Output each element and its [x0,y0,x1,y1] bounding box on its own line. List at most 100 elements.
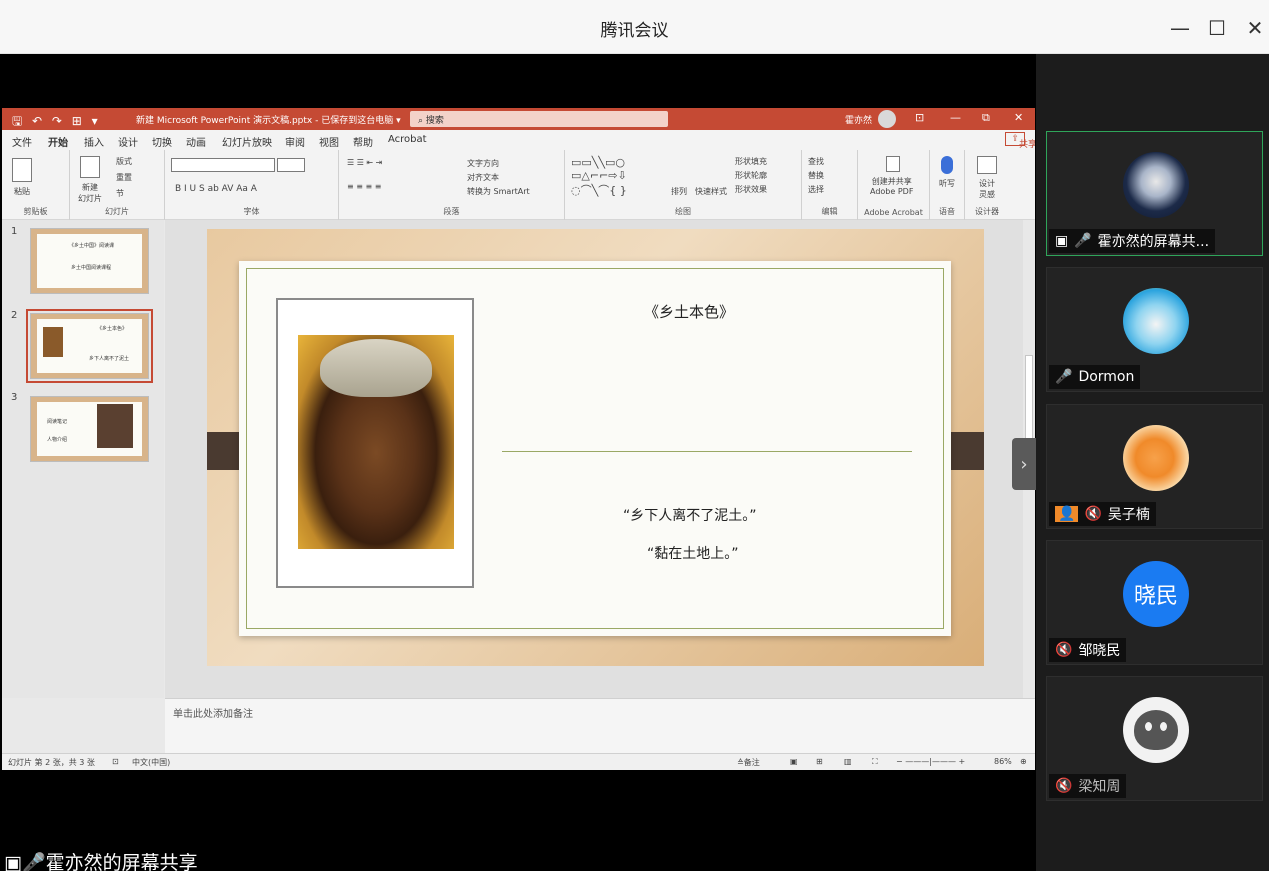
notes-pane[interactable]: 单击此处添加备注 [165,698,1035,753]
thumb-1-title: 《乡土中国》阅读课 [69,243,115,249]
dictate-icon[interactable] [941,156,953,174]
menu-view[interactable]: 视图 [319,134,339,149]
editing-group-label: 编辑 [821,207,838,216]
ppt-restore-icon[interactable]: ⧉ [982,111,990,125]
quick-styles-button[interactable]: 快速样式 [695,186,727,197]
participant-tile[interactable]: 晓民 🔇 邹晓民 [1046,540,1263,665]
normal-view-icon[interactable]: ▣ [790,757,798,766]
portrait-frame[interactable] [276,298,474,588]
slide-divider-line [502,451,912,452]
expand-panel-chevron-icon[interactable]: › [1012,438,1036,490]
menu-help[interactable]: 帮助 [353,134,373,149]
participant-tile[interactable]: 🔇 梁知周 [1046,676,1263,801]
participant-label: 👤 🔇 吴子楠 [1049,502,1156,526]
fit-window-icon[interactable]: ⊕ [1020,757,1027,766]
sorter-view-icon[interactable]: ⊞ [816,757,823,766]
ppt-close-icon[interactable]: ✕ [1014,111,1023,124]
shapes-gallery[interactable]: ▭▭╲╲▭○ ▭△⌐⌐⇨⇩ ◌⌒╲⌒{ } [571,156,627,198]
ppt-status-bar: 幻灯片 第 2 张，共 3 张 ⊡ 中文(中国) ≙备注 ▣ ⊞ ▥ ⛶ − —… [2,753,1035,770]
drawing-group-label: 绘图 [675,207,691,216]
section-button[interactable]: 节 [116,188,124,199]
participant-tile[interactable]: 🎤 Dormon [1046,267,1263,392]
menu-acrobat[interactable]: Acrobat [388,134,427,145]
zoom-slider[interactable]: − ———|——— + [896,757,965,766]
mic-muted-icon: 🔇 [1084,506,1102,522]
align-icons[interactable]: ≡ ≡ ≡ ≡ [347,182,381,191]
group-voice: 听写 语音 [930,150,965,220]
shape-outline-button[interactable]: 形状轮廓 [735,170,767,181]
replace-button[interactable]: 替换 [808,170,824,181]
maximize-button[interactable]: ☐ [1203,14,1231,42]
design-ideas-icon[interactable] [977,156,997,174]
portrait-image [298,335,454,549]
zoom-level[interactable]: 86% [994,757,1012,766]
pdf-icon[interactable] [886,156,900,172]
thumb-1-canvas: 《乡土中国》阅读课 乡土中国阅读课程 [37,234,142,288]
mic-icon: 🎤 [1055,369,1073,385]
find-button[interactable]: 查找 [808,156,824,167]
font-format-tools[interactable]: B I U S ab AV Aa A [175,184,257,194]
ribbon-display-icon[interactable]: ⊡ [915,111,924,124]
layout-button[interactable]: 版式 [116,156,132,167]
ppt-search-box[interactable]: ⌕ 搜索 [410,111,668,127]
arrange-button[interactable]: 排列 [671,186,687,197]
smartart-button[interactable]: 转换为 SmartArt [467,186,530,197]
current-slide[interactable]: 《乡土本色》 “乡下人离不了泥土。” “黏在土地上。” [207,229,984,666]
menu-design[interactable]: 设计 [118,134,138,149]
menu-insert[interactable]: 插入 [84,134,104,149]
slide-thumbnail-1[interactable]: 《乡土中国》阅读课 乡土中国阅读课程 [30,228,149,294]
notes-toggle[interactable]: ≙备注 [737,757,760,768]
participant-tile[interactable]: 👤 🔇 吴子楠 [1046,404,1263,529]
slide-quote-2[interactable]: “黏在土地上。” [647,543,739,563]
group-clipboard: 粘贴 剪贴板 [2,150,70,220]
shape-effects-button[interactable]: 形状效果 [735,184,767,195]
menu-slideshow[interactable]: 幻灯片放映 [222,134,272,149]
text-direction-button[interactable]: 文字方向 [467,158,499,169]
minimize-button[interactable]: — [1166,14,1194,42]
slideshow-icon[interactable]: ⛶ [872,757,878,767]
menu-transitions[interactable]: 切换 [152,134,172,149]
reset-button[interactable]: 重置 [116,172,132,183]
ppt-share-button[interactable]: ⇪ 共享 [1005,132,1035,150]
mic-muted-icon: 🔇 [1055,642,1073,658]
list-icons[interactable]: ☰ ☰ ⇤ ⇥ [347,158,382,167]
paste-icon[interactable] [12,158,32,182]
create-pdf-button[interactable]: 创建并共享 Adobe PDF [870,176,913,196]
menu-animations[interactable]: 动画 [186,134,206,149]
participant-name: 吴子楠 [1107,507,1150,523]
slide-quote-1[interactable]: “乡下人离不了泥土。” [623,505,757,525]
participant-tile[interactable]: ▣ 🎤 霍亦然的屏幕共... [1046,131,1263,256]
accessibility-icon[interactable]: ⊡ [112,757,119,766]
font-name-dropdown[interactable] [171,158,275,172]
ppt-minimize-icon[interactable]: — [950,111,961,124]
powerpoint-window: 🖫 ↶ ↷ ⊞ ▾ 新建 Microsoft PowerPoint 演示文稿.p… [2,108,1035,770]
select-button[interactable]: 选择 [808,184,824,195]
ppt-user-avatar[interactable] [878,110,896,128]
paste-label: 粘贴 [14,187,30,196]
thumb-2-title: 《乡土本色》 [97,326,128,332]
title-bar: 腾讯会议 — ☐ ✕ [0,0,1269,54]
avatar [1123,697,1189,763]
slide-thumbnail-2[interactable]: 《乡土本色》 乡下人离不了泥土 [26,309,153,383]
dictate-button[interactable]: 听写 [939,178,955,189]
language-status[interactable]: 中文(中国) [132,757,170,768]
thumb-2-photo [43,327,63,357]
new-slide-icon[interactable] [80,156,100,178]
group-drawing: ▭▭╲╲▭○ ▭△⌐⌐⇨⇩ ◌⌒╲⌒{ } 排列 快速样式 形状填充 形状轮廓 形状… [565,150,802,220]
slide-thumbnail-3[interactable]: 阅读笔记 人物介绍 [30,396,149,462]
reading-view-icon[interactable]: ▥ [844,757,852,766]
align-text-button[interactable]: 对齐文本 [467,172,499,183]
menu-review[interactable]: 审阅 [285,134,305,149]
ppt-menu-bar: 文件 开始 插入 设计 切换 动画 幻灯片放映 审阅 视图 帮助 Acrobat… [2,130,1035,152]
menu-file[interactable]: 文件 [12,134,32,149]
slide-title[interactable]: 《乡土本色》 [644,301,734,322]
default-avatar-icon [1134,710,1178,750]
close-button[interactable]: ✕ [1241,14,1269,42]
slide-count-status: 幻灯片 第 2 张，共 3 张 [8,758,95,767]
ppt-share-label: 共享 [1019,140,1035,150]
shape-fill-button[interactable]: 形状填充 [735,156,767,167]
design-ideas-button[interactable]: 设计 灵感 [979,178,995,200]
participant-label: ▣ 🎤 霍亦然的屏幕共... [1049,229,1216,253]
new-slide-label[interactable]: 新建 幻灯片 [78,182,102,204]
font-size-dropdown[interactable] [277,158,305,172]
